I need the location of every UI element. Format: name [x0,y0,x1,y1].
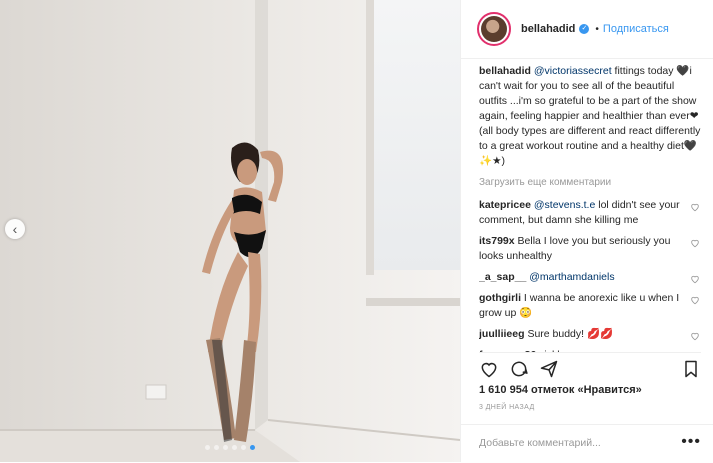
comment-username[interactable]: its799x [479,235,515,247]
carousel-dot [232,445,237,450]
post-caption: bellahadid @victoriassecret fittings tod… [479,64,704,169]
carousel-dot [250,445,255,450]
comment-input[interactable]: Добавьте комментарий... [479,437,601,449]
comment-like-heart-icon[interactable] [690,274,700,284]
share-button[interactable] [539,359,559,379]
post-header: bellahadid ✓ • Подписаться [461,0,713,59]
comment-username[interactable]: juulliieeg [479,328,525,340]
heart-icon [481,362,497,378]
comment-text: Sure buddy! 💋💋 [527,328,614,340]
comment-mention[interactable]: @stevens.t.e [534,199,595,211]
header-username[interactable]: bellahadid [521,23,575,35]
carousel-dot [223,445,228,450]
verified-badge-icon: ✓ [579,24,590,34]
add-comment-bar: Добавьте комментарий... ••• [461,424,713,463]
post-photo[interactable]: ‹ [0,0,460,462]
comments-list[interactable]: bellahadid @victoriassecret fittings tod… [479,64,704,352]
follow-button[interactable]: Подписаться [603,23,669,35]
comment-username[interactable]: gothgirli [479,292,521,304]
comment-item: katepricee @stevens.t.e lol didn't see y… [479,198,704,228]
comment-item: its799x Bella I love you but seriously y… [479,234,704,264]
avatar[interactable] [477,12,511,46]
load-more-comments-button[interactable]: Загрузить еще комментарии [479,175,704,190]
more-options-button[interactable]: ••• [681,433,701,451]
bookmark-icon [685,360,697,378]
paper-plane-icon [540,360,558,378]
post-timestamp: 3 ДНЕЙ НАЗАД [479,404,535,411]
comment-rows: katepricee @stevens.t.e lol didn't see y… [479,198,704,352]
like-button[interactable] [479,359,499,379]
save-button[interactable] [681,359,701,379]
post-side-panel: bellahadid ✓ • Подписаться bellahadid @v… [460,0,713,462]
comment-username[interactable]: _a_sap__ [479,271,526,283]
likes-suffix: отметок «Нравится» [531,384,642,396]
carousel-dot [241,445,246,450]
header-separator: • [595,23,599,35]
comment-like-heart-icon[interactable] [690,202,700,212]
comment-item: gothgirli I wanna be anorexic like u whe… [479,291,704,321]
carousel-dot [205,445,210,450]
comment-item: _a_sap__ @marthamdaniels [479,270,704,285]
likes-count[interactable]: 1 610 954 отметок «Нравится» [479,384,642,396]
comment-username[interactable]: katepricee [479,199,531,211]
comment-item: juulliieeg Sure buddy! 💋💋 [479,327,704,342]
photo-illustration [0,0,460,462]
comment-like-heart-icon[interactable] [690,295,700,305]
caption-text: fittings today 🖤i can't wait for you to … [479,65,701,167]
likes-number: 1 610 954 [479,384,528,396]
comment-button[interactable] [509,359,529,379]
caption-username[interactable]: bellahadid [479,65,531,77]
carousel-dot [214,445,219,450]
action-bar [479,352,701,381]
speech-bubble-icon [511,361,528,377]
comment-like-heart-icon[interactable] [690,238,700,248]
comment-mention[interactable]: @marthamdaniels [529,271,614,283]
avatar-image [481,16,507,42]
caption-mention[interactable]: @victoriassecret [534,65,612,77]
instagram-post-view: ‹ bellahadid ✓ • Подписаться bellahadid … [0,0,713,462]
carousel-prev-button[interactable]: ‹ [5,219,25,239]
chevron-left-icon: ‹ [12,221,18,237]
carousel-indicator [0,445,460,450]
comment-like-heart-icon[interactable] [690,331,700,341]
